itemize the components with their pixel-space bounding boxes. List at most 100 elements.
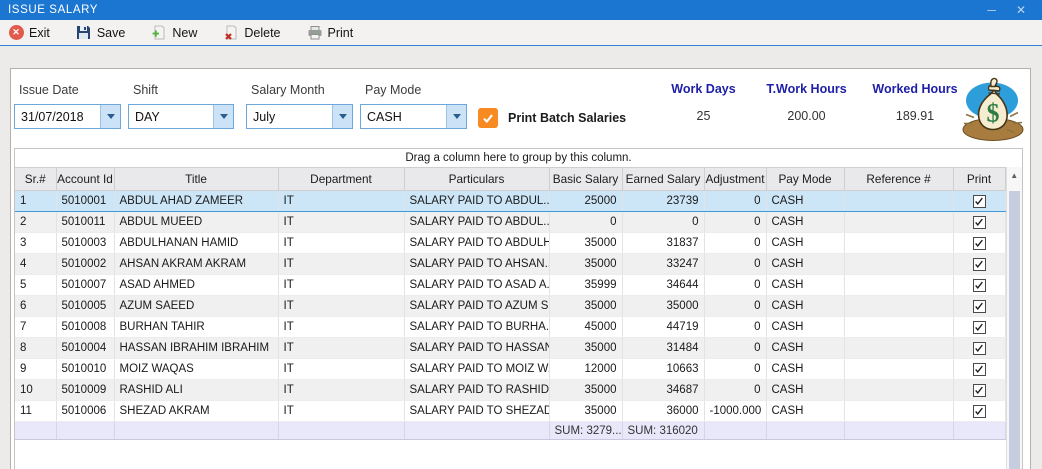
- print-row-checkbox[interactable]: [973, 216, 986, 229]
- cell-sr: 2: [15, 212, 56, 233]
- exit-label: Exit: [29, 26, 50, 40]
- cell-pay-mode: CASH: [766, 401, 844, 422]
- print-batch-checkbox[interactable]: [478, 108, 498, 128]
- table-row[interactable]: 25010011ABDUL MUEEDITSALARY PAID TO ABDU…: [15, 212, 1005, 233]
- cell-account-id: 5010010: [56, 359, 114, 380]
- column-header-department[interactable]: Department: [278, 168, 404, 191]
- salary-grid: Drag a column here to group by this colu…: [14, 148, 1023, 469]
- print-row-checkbox[interactable]: [973, 279, 986, 292]
- cell-pay-mode: CASH: [766, 317, 844, 338]
- table-row[interactable]: 115010006SHEZAD AKRAMITSALARY PAID TO SH…: [15, 401, 1005, 422]
- cell-particulars: SALARY PAID TO RASHID...: [404, 380, 549, 401]
- cell-title: ABDUL MUEED: [114, 212, 278, 233]
- delete-label: Delete: [244, 26, 280, 40]
- new-button[interactable]: New: [151, 25, 197, 41]
- worked-hours-label: Worked Hours: [861, 82, 969, 96]
- chevron-down-icon: [107, 114, 115, 119]
- check-icon: [974, 322, 984, 332]
- vertical-scrollbar[interactable]: ▲: [1006, 167, 1023, 469]
- summary-cell: [766, 422, 844, 440]
- cell-earned-salary: 0: [622, 212, 704, 233]
- column-header-print[interactable]: Print: [953, 168, 1005, 191]
- cell-account-id: 5010011: [56, 212, 114, 233]
- cell-print: [953, 212, 1005, 233]
- issue-date-dropdown-button[interactable]: [100, 105, 120, 128]
- column-header-account-id[interactable]: Account Id: [56, 168, 114, 191]
- issue-date-picker[interactable]: 31/07/2018: [14, 104, 121, 129]
- table-row[interactable]: 105010009RASHID ALIITSALARY PAID TO RASH…: [15, 380, 1005, 401]
- cell-basic-salary: 12000: [549, 359, 622, 380]
- summary-cell: [56, 422, 114, 440]
- scroll-up-arrow[interactable]: ▲: [1007, 167, 1023, 183]
- group-by-panel[interactable]: Drag a column here to group by this colu…: [15, 149, 1022, 167]
- column-header-pay-mode[interactable]: Pay Mode: [766, 168, 844, 191]
- print-row-checkbox[interactable]: [973, 237, 986, 250]
- shift-label: Shift: [133, 83, 234, 97]
- summary-cell: [844, 422, 953, 440]
- print-row-checkbox[interactable]: [973, 405, 986, 418]
- table-row[interactable]: 65010005AZUM SAEEDITSALARY PAID TO AZUM …: [15, 296, 1005, 317]
- scroll-thumb[interactable]: [1009, 191, 1021, 469]
- print-row-checkbox[interactable]: [973, 384, 986, 397]
- table-row[interactable]: 45010002AHSAN AKRAM AKRAMITSALARY PAID T…: [15, 254, 1005, 275]
- table-row[interactable]: 55010007ASAD AHMEDITSALARY PAID TO ASAD …: [15, 275, 1005, 296]
- print-row-checkbox[interactable]: [973, 300, 986, 313]
- cell-pay-mode: CASH: [766, 254, 844, 275]
- shift-dropdown-button[interactable]: [213, 105, 233, 128]
- salary-month-select[interactable]: July: [246, 104, 353, 129]
- cell-adjustment: 0: [704, 359, 766, 380]
- cell-particulars: SALARY PAID TO AZUM S...: [404, 296, 549, 317]
- cell-department: IT: [278, 254, 404, 275]
- cell-adjustment: 0: [704, 338, 766, 359]
- summary-cell: [15, 422, 56, 440]
- table-row[interactable]: 95010010MOIZ WAQASITSALARY PAID TO MOIZ …: [15, 359, 1005, 380]
- column-header-title[interactable]: Title: [114, 168, 278, 191]
- column-header-reference[interactable]: Reference #: [844, 168, 953, 191]
- minimize-button[interactable]: ─: [987, 0, 996, 20]
- cell-basic-salary: 45000: [549, 317, 622, 338]
- column-header-sr[interactable]: Sr.#: [15, 168, 56, 191]
- table-row[interactable]: 15010001ABDUL AHAD ZAMEERITSALARY PAID T…: [15, 191, 1005, 212]
- cell-sr: 3: [15, 233, 56, 254]
- print-button[interactable]: Print: [307, 25, 354, 41]
- column-header-earned-salary[interactable]: Earned Salary: [622, 168, 704, 191]
- cell-earned-salary: 31484: [622, 338, 704, 359]
- cell-print: [953, 401, 1005, 422]
- column-header-basic-salary[interactable]: Basic Salary: [549, 168, 622, 191]
- pay-mode-select[interactable]: CASH: [360, 104, 467, 129]
- close-button[interactable]: ✕: [1016, 0, 1026, 20]
- cell-department: IT: [278, 338, 404, 359]
- delete-button[interactable]: Delete: [223, 25, 280, 41]
- cell-title: MOIZ WAQAS: [114, 359, 278, 380]
- save-button[interactable]: Save: [76, 25, 126, 41]
- table-row[interactable]: 85010004HASSAN IBRAHIM IBRAHIMITSALARY P…: [15, 338, 1005, 359]
- check-icon: [974, 406, 984, 416]
- salary-month-dropdown-button[interactable]: [332, 105, 352, 128]
- summary-cell: [404, 422, 549, 440]
- print-row-checkbox[interactable]: [973, 195, 986, 208]
- shift-select[interactable]: DAY: [128, 104, 234, 129]
- salary-month-field: Salary Month July: [246, 83, 353, 129]
- table-row[interactable]: 35010003ABDULHANAN HAMIDITSALARY PAID TO…: [15, 233, 1005, 254]
- print-row-checkbox[interactable]: [973, 258, 986, 271]
- salary-table: Sr.#Account IdTitleDepartmentParticulars…: [15, 167, 1006, 440]
- column-header-adjustment[interactable]: Adjustment: [704, 168, 766, 191]
- table-row[interactable]: 75010008BURHAN TAHIRITSALARY PAID TO BUR…: [15, 317, 1005, 338]
- cell-department: IT: [278, 233, 404, 254]
- cell-earned-salary: 34687: [622, 380, 704, 401]
- cell-reference: [844, 380, 953, 401]
- cell-sr: 1: [15, 191, 56, 212]
- cell-earned-salary: 23739: [622, 191, 704, 212]
- cell-title: ABDUL AHAD ZAMEER: [114, 191, 278, 212]
- pay-mode-dropdown-button[interactable]: [446, 105, 466, 128]
- cell-department: IT: [278, 317, 404, 338]
- exit-button[interactable]: ✕ Exit: [8, 25, 50, 41]
- print-row-checkbox[interactable]: [973, 321, 986, 334]
- print-row-checkbox[interactable]: [973, 363, 986, 376]
- print-row-checkbox[interactable]: [973, 342, 986, 355]
- pay-mode-label: Pay Mode: [365, 83, 467, 97]
- column-header-particulars[interactable]: Particulars: [404, 168, 549, 191]
- cell-reference: [844, 401, 953, 422]
- cell-department: IT: [278, 275, 404, 296]
- save-icon: [76, 25, 92, 41]
